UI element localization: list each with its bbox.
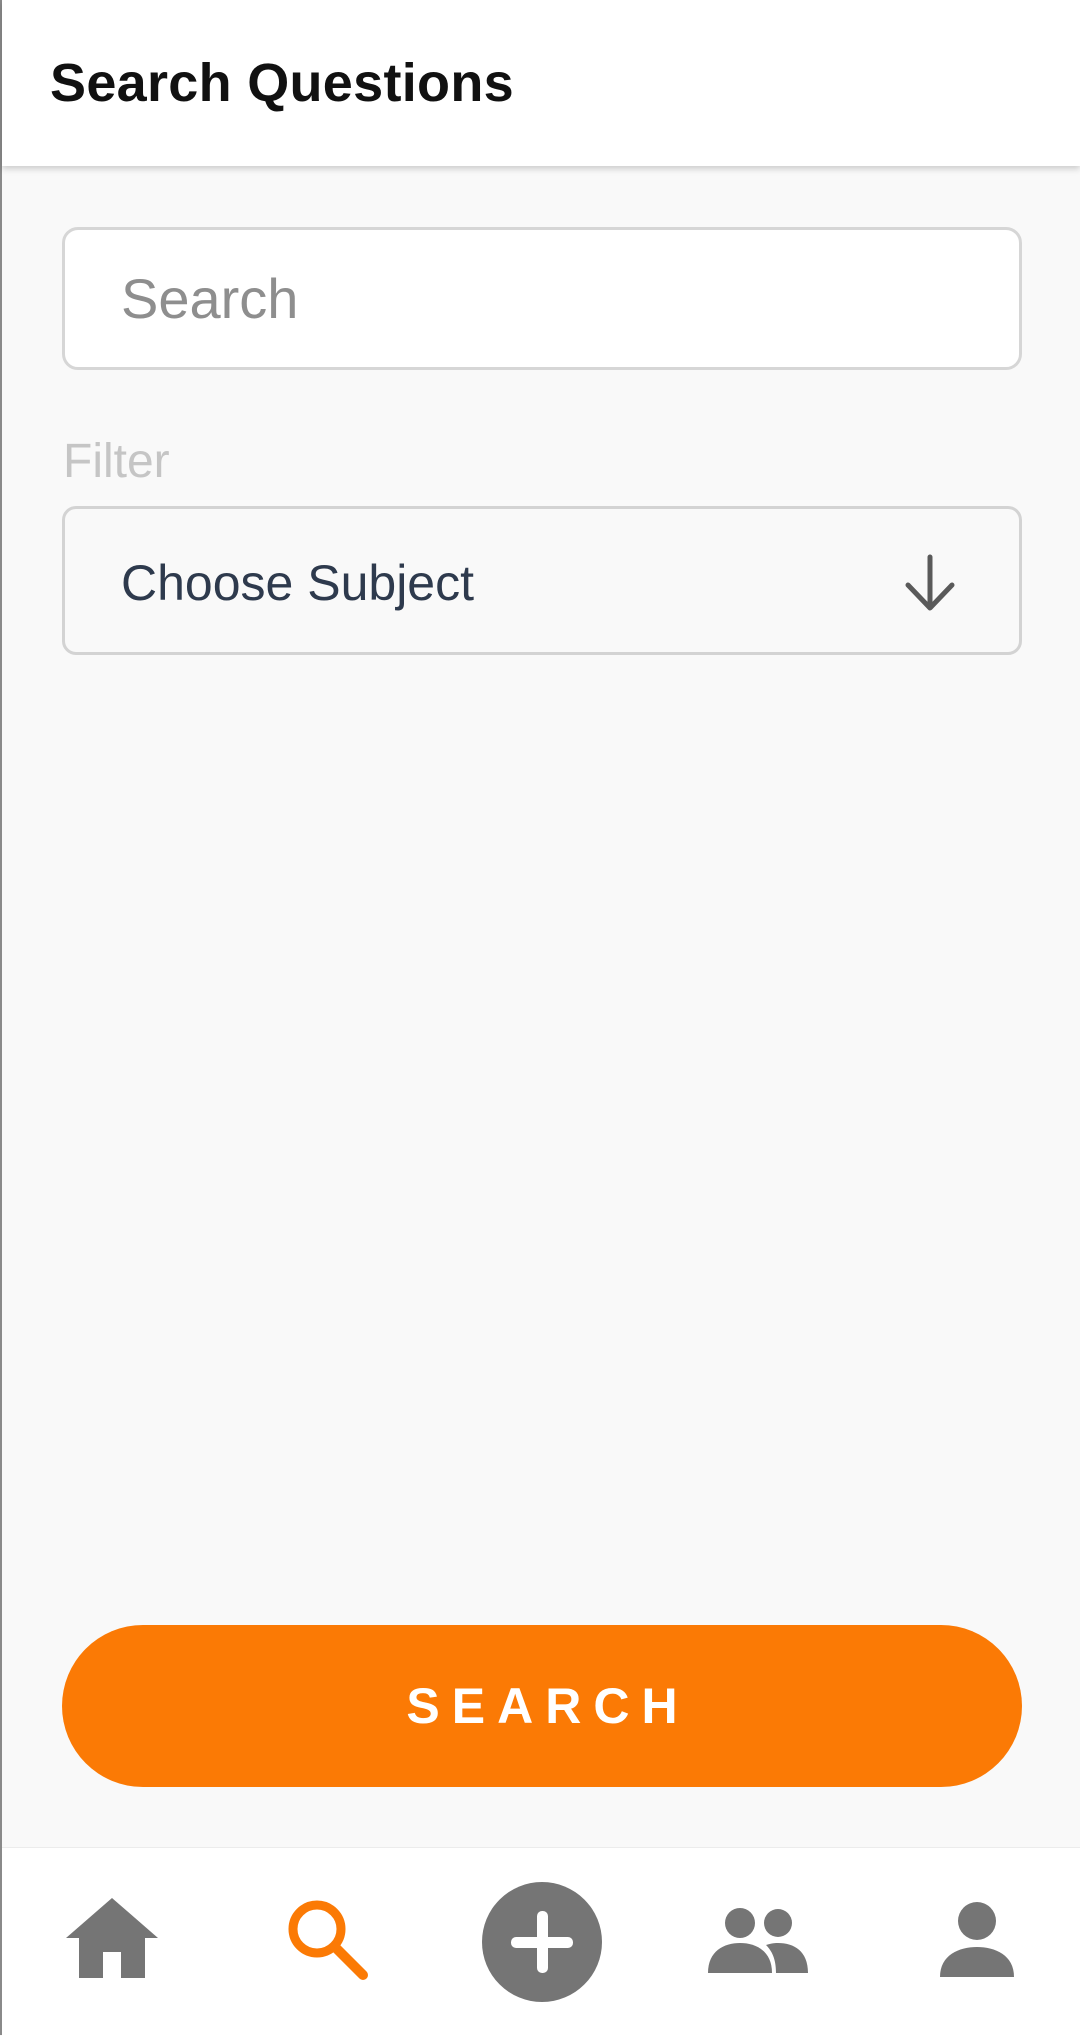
- search-field[interactable]: [62, 227, 1022, 370]
- search-icon: [288, 1900, 368, 1980]
- nav-item-home[interactable]: [57, 1888, 167, 1988]
- person-icon: [940, 1902, 1014, 1977]
- search-button[interactable]: SEARCH: [62, 1625, 1022, 1787]
- nav-item-add[interactable]: [481, 1881, 603, 2003]
- subject-dropdown-value: Choose Subject: [121, 555, 475, 611]
- page-title: Search Questions: [50, 53, 514, 113]
- arrow-down-icon: [905, 554, 955, 611]
- top-app-bar: Search Questions: [2, 0, 1080, 166]
- nav-item-search[interactable]: [272, 1884, 382, 1994]
- nav-item-people[interactable]: [702, 1896, 814, 1986]
- search-button-label: SEARCH: [406, 1678, 690, 1734]
- filter-label: Filter: [63, 435, 170, 488]
- bottom-navigation: [2, 1847, 1080, 2036]
- search-input[interactable]: [121, 230, 981, 367]
- nav-item-profile[interactable]: [927, 1890, 1027, 1990]
- add-circle-icon: [482, 1882, 602, 2002]
- subject-dropdown[interactable]: Choose Subject: [62, 506, 1022, 655]
- home-icon: [66, 1898, 158, 1978]
- app-screen: Search Questions Filter Choose Subject S…: [0, 0, 1080, 2036]
- people-icon: [708, 1908, 808, 1973]
